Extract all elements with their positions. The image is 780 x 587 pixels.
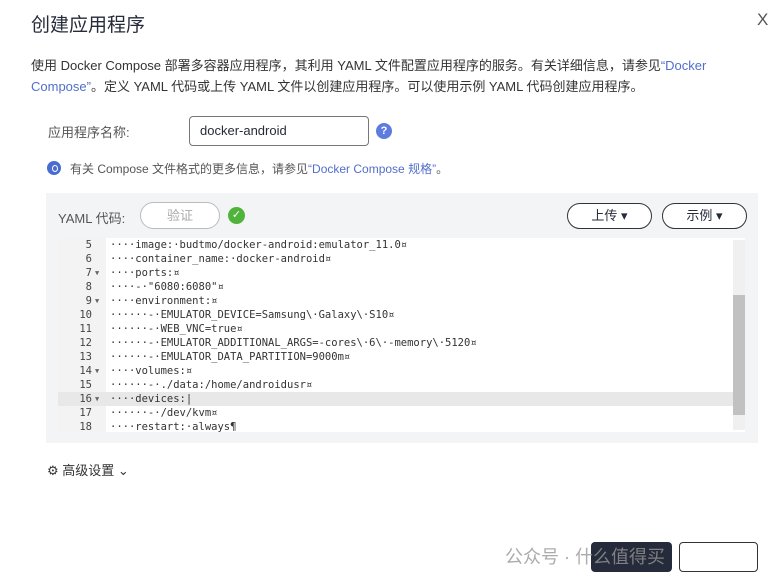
example-button[interactable]: 示例 ▾ bbox=[662, 203, 747, 229]
description: 使用 Docker Compose 部署多容器应用程序，其利用 YAML 文件配… bbox=[31, 55, 766, 97]
code-text: ····environment:¤ bbox=[110, 295, 218, 307]
description-text: 使用 Docker Compose 部署多容器应用程序，其利用 YAML 文件配… bbox=[31, 58, 661, 73]
code-line[interactable]: 9 ▼ ····environment:¤ bbox=[58, 294, 733, 308]
fold-icon[interactable]: ▼ bbox=[95, 364, 99, 378]
code-line[interactable]: 12 ······-·EMULATOR_ADDITIONAL_ARGS=-core… bbox=[58, 336, 733, 350]
code-text: ····image:·budtmo/docker-android:emulato… bbox=[110, 239, 408, 251]
gear-icon: ⚙ bbox=[47, 463, 59, 478]
code-line[interactable]: 16 ▼ ····devices:| bbox=[58, 392, 733, 406]
description-text-2: 。定义 YAML 代码或上传 YAML 文件以创建应用程序。可以使用示例 YAM… bbox=[90, 79, 644, 94]
advanced-settings-toggle[interactable]: ⚙ 高级设置 ⌄ bbox=[47, 460, 129, 479]
verify-button[interactable]: 验证 bbox=[140, 202, 220, 229]
yaml-label: YAML 代码: bbox=[58, 211, 126, 226]
check-icon: ✓ bbox=[228, 207, 245, 224]
line-number: 13 bbox=[79, 351, 92, 363]
line-number: 11 bbox=[79, 323, 92, 335]
line-number: 9 bbox=[85, 295, 92, 307]
code-text: ····-·"6080:6080"¤ bbox=[110, 281, 224, 293]
line-number: 14 bbox=[79, 365, 92, 377]
dialog-title: 创建应用程序 bbox=[31, 15, 146, 36]
line-number: 6 bbox=[85, 253, 92, 265]
code-line[interactable]: 6 ····container_name:·docker-android¤ bbox=[58, 252, 733, 266]
code-text: ····volumes:¤ bbox=[110, 365, 193, 377]
watermark: 公众号 · 什么值得买 bbox=[505, 547, 665, 567]
info-text: 有关 Compose 文件格式的更多信息，请参见 bbox=[70, 162, 309, 176]
code-line[interactable]: 13 ······-·EMULATOR_DATA_PARTITION=9000m¤ bbox=[58, 350, 733, 364]
line-number: 5 bbox=[85, 239, 92, 251]
code-text: ······-·/dev/kvm¤ bbox=[110, 407, 218, 419]
app-name-label: 应用程序名称: bbox=[48, 125, 130, 140]
code-text: ······-·EMULATOR_DATA_PARTITION=9000m¤ bbox=[110, 351, 351, 363]
code-line[interactable]: 14 ▼ ····volumes:¤ bbox=[58, 364, 733, 378]
line-number: 16 bbox=[79, 393, 92, 405]
info-suffix: 。 bbox=[436, 162, 449, 176]
info-icon bbox=[47, 161, 61, 175]
yaml-editor[interactable]: 5 ····image:·budtmo/docker-android:emulat… bbox=[58, 238, 745, 432]
compose-info: 有关 Compose 文件格式的更多信息，请参见“Docker Compose … bbox=[70, 160, 448, 177]
line-number: 7 bbox=[85, 267, 92, 279]
line-number: 10 bbox=[79, 309, 92, 321]
line-number: 18 bbox=[79, 421, 92, 432]
scrollbar-thumb[interactable] bbox=[733, 295, 745, 415]
compose-spec-link[interactable]: “Docker Compose 规格” bbox=[308, 162, 436, 176]
code-line[interactable]: 17 ······-·/dev/kvm¤ bbox=[58, 406, 733, 420]
advanced-label: 高级设置 ⌄ bbox=[62, 463, 129, 478]
line-number: 17 bbox=[79, 407, 92, 419]
code-line[interactable]: 15 ······-·./data:/home/androidusr¤ bbox=[58, 378, 733, 392]
code-line[interactable]: 7 ▼ ····ports:¤ bbox=[58, 266, 733, 280]
code-line[interactable]: 8 ····-·"6080:6080"¤ bbox=[58, 280, 733, 294]
app-name-input[interactable]: docker-android bbox=[189, 116, 369, 146]
code-text: ····restart:·always¶ bbox=[110, 421, 237, 432]
code-text: ····ports:¤ bbox=[110, 267, 180, 279]
code-text: ······-·EMULATOR_DEVICE=Samsung\·Galaxy\… bbox=[110, 309, 395, 321]
code-text: ····container_name:·docker-android¤ bbox=[110, 253, 332, 265]
code-line[interactable]: 18 ····restart:·always¶ bbox=[58, 420, 733, 432]
fold-icon[interactable]: ▼ bbox=[95, 294, 99, 308]
code-line[interactable]: 10 ······-·EMULATOR_DEVICE=Samsung\·Galax… bbox=[58, 308, 733, 322]
fold-icon[interactable]: ▼ bbox=[95, 392, 99, 406]
line-number: 8 bbox=[85, 281, 92, 293]
upload-button[interactable]: 上传 ▾ bbox=[567, 203, 652, 229]
code-line[interactable]: 5 ····image:·budtmo/docker-android:emulat… bbox=[58, 238, 733, 252]
code-text: ····devices:| bbox=[110, 393, 193, 405]
close-icon[interactable]: X bbox=[757, 10, 768, 30]
code-text: ······-·EMULATOR_ADDITIONAL_ARGS=-cores\… bbox=[110, 337, 477, 349]
help-icon[interactable]: ? bbox=[376, 123, 392, 139]
cancel-button[interactable] bbox=[679, 542, 758, 572]
code-text: ······-·./data:/home/androidusr¤ bbox=[110, 379, 313, 391]
code-line[interactable]: 11 ······-·WEB_VNC=true¤ bbox=[58, 322, 733, 336]
fold-icon[interactable]: ▼ bbox=[95, 266, 99, 280]
line-number: 12 bbox=[79, 337, 92, 349]
code-text: ······-·WEB_VNC=true¤ bbox=[110, 323, 243, 335]
line-number: 15 bbox=[79, 379, 92, 391]
